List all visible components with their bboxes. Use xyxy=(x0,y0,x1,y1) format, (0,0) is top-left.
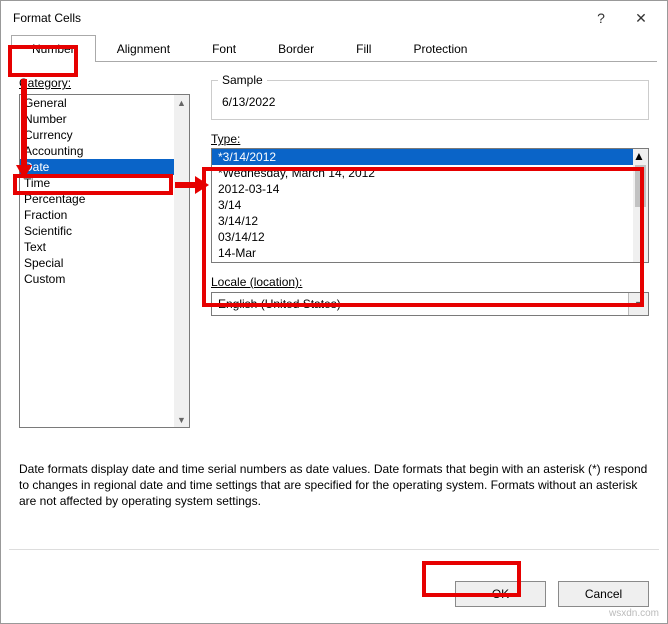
type-scrollbar[interactable]: ▲ ▼ xyxy=(633,149,648,262)
divider xyxy=(9,549,659,550)
scroll-thumb[interactable] xyxy=(635,165,646,207)
type-label: Type: xyxy=(211,132,649,146)
category-item-text[interactable]: Text xyxy=(20,239,176,255)
sample-legend: Sample xyxy=(218,73,267,87)
scroll-down-icon[interactable]: ▼ xyxy=(174,412,189,427)
tabstrip: Number Alignment Font Border Fill Protec… xyxy=(1,35,667,62)
category-item-accounting[interactable]: Accounting xyxy=(20,143,176,159)
close-button[interactable]: ✕ xyxy=(621,4,661,32)
tab-font[interactable]: Font xyxy=(191,35,257,62)
titlebar: Format Cells ? ✕ xyxy=(1,1,667,35)
tab-number[interactable]: Number xyxy=(11,35,96,62)
tab-body: Category: General Number Currency Accoun… xyxy=(1,62,667,90)
type-item-2[interactable]: 2012-03-14 xyxy=(212,181,648,197)
category-item-currency[interactable]: Currency xyxy=(20,127,176,143)
scroll-up-icon[interactable]: ▲ xyxy=(633,149,648,163)
category-list-inner: General Number Currency Accounting Date … xyxy=(20,95,176,427)
tab-alignment[interactable]: Alignment xyxy=(96,35,191,62)
scroll-up-icon[interactable]: ▲ xyxy=(174,95,189,110)
format-cells-dialog: Format Cells ? ✕ Number Alignment Font B… xyxy=(0,0,668,624)
tab-protection[interactable]: Protection xyxy=(392,35,488,62)
sample-value: 6/13/2022 xyxy=(222,95,638,109)
category-item-date[interactable]: Date xyxy=(20,159,176,175)
category-item-fraction[interactable]: Fraction xyxy=(20,207,176,223)
category-item-general[interactable]: General xyxy=(20,95,176,111)
category-item-number[interactable]: Number xyxy=(20,111,176,127)
right-pane: Sample 6/13/2022 Type: *3/14/2012 *Wedne… xyxy=(211,80,649,316)
type-item-6[interactable]: 14-Mar xyxy=(212,245,648,261)
type-list-inner: *3/14/2012 *Wednesday, March 14, 2012 20… xyxy=(212,149,648,262)
dialog-buttons: OK Cancel xyxy=(455,581,649,607)
category-listbox[interactable]: General Number Currency Accounting Date … xyxy=(19,94,190,428)
category-item-time[interactable]: Time xyxy=(20,175,176,191)
tab-underline xyxy=(11,61,657,62)
tab-fill[interactable]: Fill xyxy=(335,35,392,62)
sample-group: Sample 6/13/2022 xyxy=(211,80,649,120)
dialog-title: Format Cells xyxy=(13,11,581,25)
category-item-scientific[interactable]: Scientific xyxy=(20,223,176,239)
tab-border[interactable]: Border xyxy=(257,35,335,62)
locale-combobox[interactable]: English (United States) ▼ xyxy=(211,292,649,316)
help-button[interactable]: ? xyxy=(581,4,621,32)
locale-value: English (United States) xyxy=(218,297,341,311)
category-item-special[interactable]: Special xyxy=(20,255,176,271)
type-listbox[interactable]: *3/14/2012 *Wednesday, March 14, 2012 20… xyxy=(211,148,649,263)
locale-label: Locale (location): xyxy=(211,275,649,289)
watermark: wsxdn.com xyxy=(609,608,659,619)
category-scrollbar[interactable]: ▲ ▼ xyxy=(174,95,189,427)
category-item-percentage[interactable]: Percentage xyxy=(20,191,176,207)
type-item-4[interactable]: 3/14/12 xyxy=(212,213,648,229)
cancel-button[interactable]: Cancel xyxy=(558,581,649,607)
category-item-custom[interactable]: Custom xyxy=(20,271,176,287)
type-item-3[interactable]: 3/14 xyxy=(212,197,648,213)
type-item-0[interactable]: *3/14/2012 xyxy=(212,149,648,165)
description-text: Date formats display date and time seria… xyxy=(19,461,649,510)
ok-button[interactable]: OK xyxy=(455,581,546,607)
type-item-5[interactable]: 03/14/12 xyxy=(212,229,648,245)
type-item-1[interactable]: *Wednesday, March 14, 2012 xyxy=(212,165,648,181)
chevron-down-icon[interactable]: ▼ xyxy=(628,293,648,315)
